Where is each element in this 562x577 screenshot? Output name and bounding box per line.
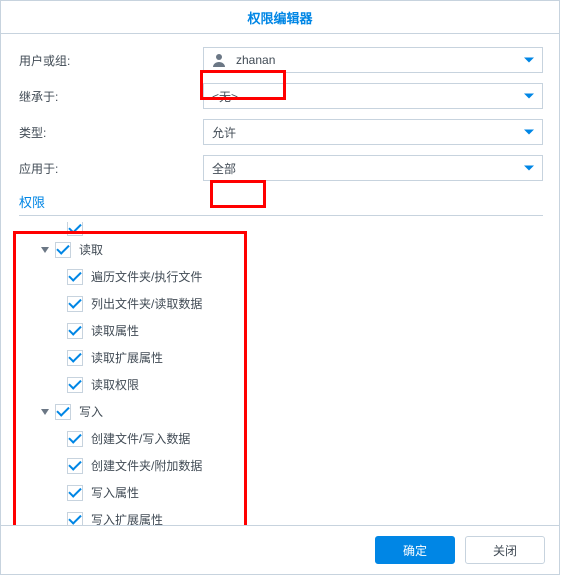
select-user-or-group[interactable]: zhanan	[203, 47, 543, 73]
tree-row: 读取扩展属性	[19, 344, 543, 371]
tree-row: 读取属性	[19, 317, 543, 344]
checkbox[interactable]	[67, 296, 83, 312]
tree-row: 写入属性	[19, 479, 543, 506]
select-type[interactable]: 允许	[203, 119, 543, 145]
chevron-down-icon	[524, 130, 534, 135]
tree-label: 遍历文件夹/执行文件	[91, 268, 202, 285]
checkbox[interactable]	[67, 350, 83, 366]
checkbox[interactable]	[67, 323, 83, 339]
tree-label: 列出文件夹/读取数据	[91, 295, 202, 312]
tree-label: 读取扩展属性	[91, 349, 163, 366]
chevron-down-icon	[524, 94, 534, 99]
tree-label: 读取权限	[91, 376, 139, 393]
label-type: 类型:	[19, 124, 203, 141]
select-applies-value: 全部	[212, 160, 236, 177]
tree-label: 写入属性	[91, 484, 139, 501]
tree-row: 遍历文件夹/执行文件	[19, 263, 543, 290]
select-applies-to[interactable]: 全部	[203, 155, 543, 181]
ok-button[interactable]: 确定	[375, 536, 455, 564]
select-inherit-value: <无>	[212, 88, 238, 105]
checkbox[interactable]	[67, 222, 83, 236]
chevron-down-icon[interactable]	[41, 409, 49, 415]
tree-label-read: 读取	[79, 241, 103, 258]
checkbox[interactable]	[67, 377, 83, 393]
chevron-down-icon	[524, 58, 534, 63]
tree-label: 创建文件/写入数据	[91, 430, 190, 447]
label-applies-to: 应用于:	[19, 160, 203, 177]
tree-row: 列出文件夹/读取数据	[19, 290, 543, 317]
tree-row-read: 读取	[19, 236, 543, 263]
select-type-value: 允许	[212, 124, 236, 141]
select-inherit-from[interactable]: <无>	[203, 83, 543, 109]
permissions-tree[interactable]: 读取 遍历文件夹/执行文件 列出文件夹/读取数据 读取属性 读取扩展属性	[19, 220, 543, 525]
tree-label: 创建文件夹/附加数据	[91, 457, 202, 474]
tree-label-write: 写入	[79, 403, 103, 420]
tree-label: 读取属性	[91, 322, 139, 339]
permission-editor-dialog: 权限编辑器 用户或组: zhanan 继承于: <无>	[0, 0, 560, 575]
close-button[interactable]: 关闭	[465, 536, 545, 564]
label-inherit-from: 继承于:	[19, 88, 203, 105]
dialog-footer: 确定 关闭	[1, 525, 559, 574]
select-user-value: zhanan	[236, 53, 275, 67]
chevron-down-icon[interactable]	[41, 247, 49, 253]
checkbox[interactable]	[67, 512, 83, 526]
tree-row: 写入扩展属性	[19, 506, 543, 525]
checkbox[interactable]	[67, 485, 83, 501]
row-user-or-group: 用户或组: zhanan	[19, 48, 543, 72]
checkbox[interactable]	[67, 458, 83, 474]
tree-row-write: 写入	[19, 398, 543, 425]
checkbox[interactable]	[67, 269, 83, 285]
person-icon	[212, 53, 230, 67]
dialog-title: 权限编辑器	[1, 1, 559, 34]
tree-row-clipped-top	[19, 222, 543, 236]
label-user-or-group: 用户或组:	[19, 52, 203, 69]
chevron-down-icon	[524, 166, 534, 171]
checkbox-read[interactable]	[55, 242, 71, 258]
tree-label: 写入扩展属性	[91, 511, 163, 525]
tree-row: 创建文件夹/附加数据	[19, 452, 543, 479]
row-type: 类型: 允许	[19, 120, 543, 144]
row-applies-to: 应用于: 全部	[19, 156, 543, 180]
checkbox-write[interactable]	[55, 404, 71, 420]
permissions-header: 权限	[19, 192, 543, 216]
tree-row: 读取权限	[19, 371, 543, 398]
row-inherit-from: 继承于: <无>	[19, 84, 543, 108]
checkbox[interactable]	[67, 431, 83, 447]
dialog-content: 用户或组: zhanan 继承于: <无> 类型:	[1, 34, 559, 525]
tree-row: 创建文件/写入数据	[19, 425, 543, 452]
